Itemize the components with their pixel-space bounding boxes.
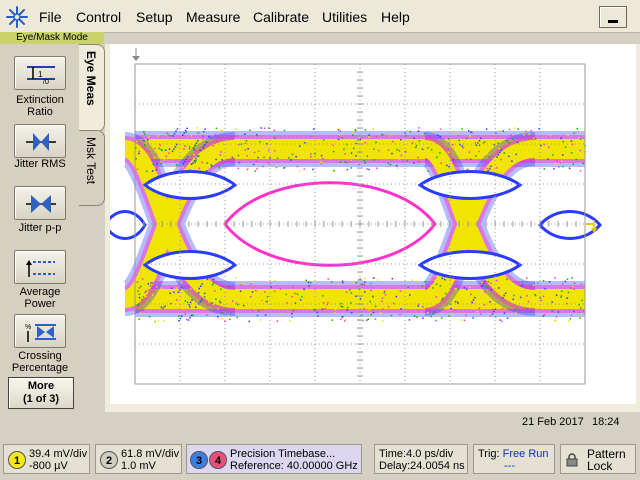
tab-msk-test-label: Msk Test	[84, 137, 98, 185]
crossing-percentage-icon: %	[25, 324, 56, 342]
mode-label: Eye/Mask Mode	[0, 32, 104, 44]
more-button[interactable]: More (1 of 3)	[8, 377, 74, 409]
menu-utilities[interactable]: Utilities	[322, 9, 367, 25]
menu-file[interactable]: File	[39, 9, 62, 25]
timebase-box[interactable]: 3 4 Precision Timebase... Reference: 40.0…	[186, 444, 362, 474]
more-button-page: (1 of 3)	[22, 393, 60, 405]
eye-diagram	[110, 48, 602, 385]
lock-icon	[566, 453, 578, 467]
tab-eye-meas[interactable]: Eye Meas	[79, 44, 105, 132]
channel-2-badge: 2	[100, 451, 118, 469]
date-label: 21 Feb 2017	[522, 416, 584, 428]
extinction-ratio-button[interactable]: 1 /0	[14, 56, 66, 90]
channel-1-badge: 1	[8, 451, 26, 469]
jitter-rms-label: Jitter RMS	[14, 158, 66, 170]
time-per-div: Time:4.0 ps/div	[379, 448, 454, 460]
svg-text:1: 1	[38, 70, 43, 79]
channel-2-scale: 61.8 mV/div	[121, 448, 180, 460]
trigger-source: ---	[504, 460, 515, 472]
channel-1-scale: 39.4 mV/div	[29, 448, 88, 460]
jitter-pp-button[interactable]	[14, 186, 66, 220]
extinction-ratio-label: Extinction Ratio	[16, 94, 64, 118]
channel-2-box[interactable]: 2 61.8 mV/div 1.0 mV	[95, 444, 182, 474]
channel-2-offset: 1.0 mV	[121, 460, 156, 472]
crossing-percentage-button[interactable]: %	[14, 314, 66, 348]
menu-help[interactable]: Help	[381, 9, 410, 25]
pattern-lock-button[interactable]: Pattern Lock	[560, 444, 636, 474]
average-power-icon	[26, 260, 55, 277]
measurement-panel: 1 /0 Extinction Ratio Jitter RMS Jitter p…	[0, 44, 80, 412]
more-button-label: More	[27, 380, 55, 392]
menu-bar: File Control Setup Measure Calibrate Uti…	[0, 0, 640, 33]
menu-calibrate[interactable]: Calibrate	[253, 9, 309, 25]
trigger-box[interactable]: Trig: Free Run ---	[473, 444, 555, 474]
jitter-rms-icon	[26, 133, 56, 151]
average-power-label: Average Power	[19, 286, 61, 310]
menu-measure[interactable]: Measure	[186, 9, 240, 25]
agilent-logo-icon	[6, 6, 28, 28]
svg-text:/0: /0	[43, 79, 49, 85]
waveform-screen[interactable]	[110, 44, 636, 404]
average-power-button[interactable]	[14, 250, 66, 284]
svg-text:%: %	[25, 324, 31, 331]
minimize-icon	[608, 20, 618, 23]
trigger-marker-icon	[132, 56, 140, 61]
jitter-pp-label: Jitter p-p	[18, 222, 62, 234]
channel-3-badge: 3	[190, 451, 208, 469]
trigger-label: Trig:	[478, 448, 500, 460]
channel-1-box[interactable]: 1 39.4 mV/div -800 µV	[3, 444, 90, 474]
jitter-rms-button[interactable]	[14, 124, 66, 158]
time-label: 18:24	[592, 416, 620, 428]
menu-control[interactable]: Control	[76, 9, 121, 25]
channel-1-offset: -800 µV	[29, 460, 68, 472]
delay-value: Delay:24.0054 ns	[379, 460, 465, 472]
time-scale-box[interactable]: Time:4.0 ps/div Delay:24.0054 ns	[374, 444, 468, 474]
minimize-button[interactable]	[599, 6, 627, 28]
trigger-mode: Free Run	[502, 448, 549, 460]
tab-eye-meas-label: Eye Meas	[84, 51, 98, 106]
timebase-label: Precision Timebase...	[230, 448, 336, 460]
timebase-reference: Reference: 40.00000 GHz	[230, 460, 358, 472]
menu-setup[interactable]: Setup	[136, 9, 173, 25]
extinction-ratio-icon: 1 /0	[27, 66, 55, 85]
jitter-pp-icon	[26, 195, 56, 213]
crossing-percentage-label: Crossing Percentage	[11, 350, 69, 374]
tab-msk-test[interactable]: Msk Test	[79, 130, 105, 206]
pattern-lock-label-2: Lock	[587, 459, 613, 473]
channel-4-badge: 4	[209, 451, 227, 469]
